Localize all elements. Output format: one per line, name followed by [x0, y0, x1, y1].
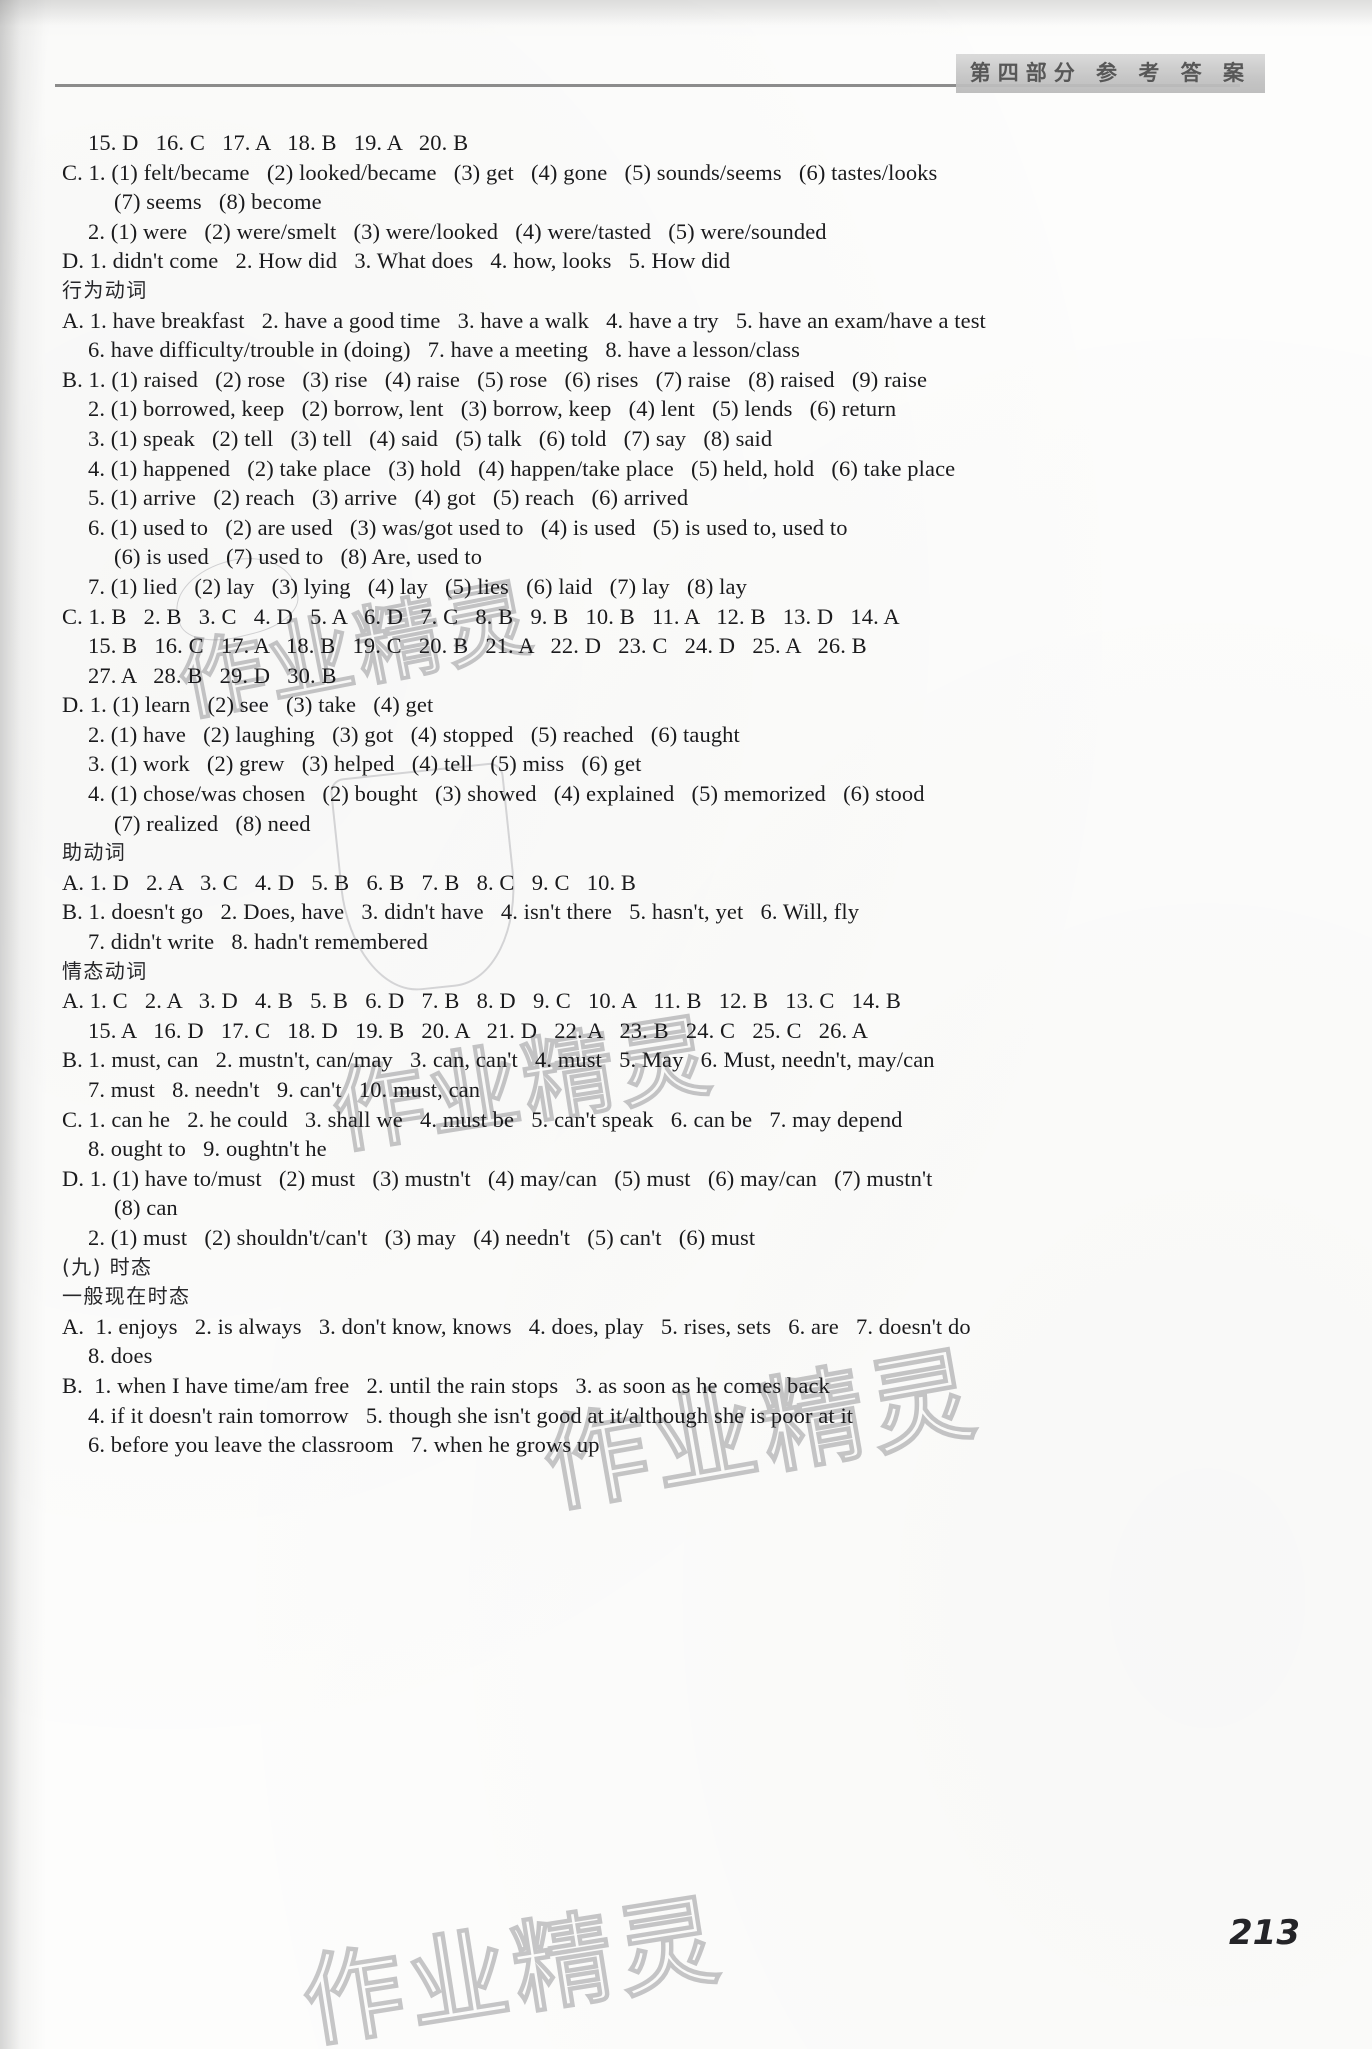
header-title: 第四部分 参 考 答 案	[955, 54, 1265, 93]
answer-line: 27. A 28. B 29. D 30. B	[88, 662, 337, 688]
answer-line: 15. D 16. C 17. A 18. B 19. A 20. B	[88, 130, 469, 155]
answer-line: C. 1. B 2. B 3. C 4. D 5. A 6. D 7. C 8.…	[62, 603, 900, 629]
section-heading: 行为动词	[62, 277, 148, 302]
answer-line: D. 1. (1) have to/must (2) must (3) must…	[62, 1165, 933, 1191]
answer-line: (8) can	[114, 1195, 178, 1221]
answer-line: (7) realized (8) need	[114, 810, 311, 836]
answer-line: 15. A 16. D 17. C 18. D 19. B 20. A 21. …	[88, 1017, 869, 1043]
answer-line: 5. (1) arrive (2) reach (3) arrive (4) g…	[88, 485, 689, 511]
answer-line: B. 1. when I have time/am free 2. until …	[62, 1372, 830, 1398]
answer-line: 6. (1) used to (2) are used (3) was/got …	[88, 514, 848, 540]
answer-line: 3. (1) speak (2) tell (3) tell (4) said …	[88, 425, 773, 451]
answer-line: D. 1. (1) learn (2) see (3) take (4) get	[62, 692, 434, 718]
answer-line: (6) is used (7) used to (8) Are, used to	[114, 544, 483, 570]
page-header: 第四部分 参 考 答 案	[55, 54, 1265, 94]
answer-line: A. 1. enjoys 2. is always 3. don't know,…	[62, 1313, 971, 1339]
answer-line: 4. (1) happened (2) take place (3) hold …	[88, 455, 956, 481]
answer-line: B. 1. (1) raised (2) rose (3) rise (4) r…	[62, 366, 928, 392]
answer-line: 2. (1) have (2) laughing (3) got (4) sto…	[88, 721, 740, 747]
answer-line: 6. before you leave the classroom 7. whe…	[88, 1432, 600, 1458]
answer-line: D. 1. didn't come 2. How did 3. What doe…	[62, 248, 731, 274]
answer-line: A. 1. C 2. A 3. D 4. B 5. B 6. D 7. B 8.…	[62, 988, 901, 1014]
answer-line: 7. must 8. needn't 9. can't 10. must, ca…	[88, 1077, 481, 1102]
answer-key-page: 第四部分 参 考 答 案 15. D 16. C 17. A 18. B 19.…	[0, 0, 1372, 2049]
answer-line: 2. (1) must (2) shouldn't/can't (3) may …	[88, 1224, 756, 1250]
section-heading: 助动词	[62, 840, 127, 865]
answer-line: 7. didn't write 8. hadn't remembered	[88, 929, 428, 955]
answer-line: C. 1. can he 2. he could 3. shall we 4. …	[62, 1106, 903, 1132]
scan-edge-shadow-left	[0, 0, 46, 2049]
answer-line: 2. (1) borrowed, keep (2) borrow, lent (…	[88, 396, 897, 422]
answer-line: 2. (1) were (2) were/smelt (3) were/look…	[88, 218, 827, 244]
answer-line: 3. (1) work (2) grew (3) helped (4) tell…	[88, 751, 642, 777]
answer-line: 15. B 16. C 17. A 18. B 19. C 20. B 21. …	[88, 633, 867, 659]
section-heading: 情态动词	[62, 958, 148, 983]
section-heading: 一般现在时态	[62, 1284, 191, 1309]
answer-line: B. 1. doesn't go 2. Does, have 3. didn't…	[62, 899, 860, 925]
answer-line: (7) seems (8) become	[114, 189, 322, 215]
answer-line: A. 1. D 2. A 3. C 4. D 5. B 6. B 7. B 8.…	[62, 869, 637, 895]
section-heading: (九) 时态	[62, 1254, 153, 1279]
answer-key-body: 15. D 16. C 17. A 18. B 19. A 20. B C. 1.…	[62, 128, 1307, 1460]
answer-line: 4. (1) chose/was chosen (2) bought (3) s…	[88, 781, 925, 807]
answer-line: B. 1. must, can 2. mustn't, can/may 3. c…	[62, 1047, 935, 1073]
answer-line: 8. ought to 9. oughtn't he	[88, 1136, 327, 1162]
scan-edge-shadow-top	[0, 0, 1372, 26]
answer-line: C. 1. (1) felt/became (2) looked/became …	[62, 159, 938, 185]
answer-line: A. 1. have breakfast 2. have a good time…	[62, 307, 986, 333]
answer-line: 8. does	[88, 1343, 153, 1369]
answer-line: 7. (1) lied (2) lay (3) lying (4) lay (5…	[88, 573, 747, 599]
answer-line: 4. if it doesn't rain tomorrow 5. though…	[88, 1402, 854, 1428]
page-number: 213	[1229, 1913, 1300, 1953]
answer-line: 6. have difficulty/trouble in (doing) 7.…	[88, 337, 800, 363]
watermark-text: 作业精灵	[294, 1880, 732, 2049]
